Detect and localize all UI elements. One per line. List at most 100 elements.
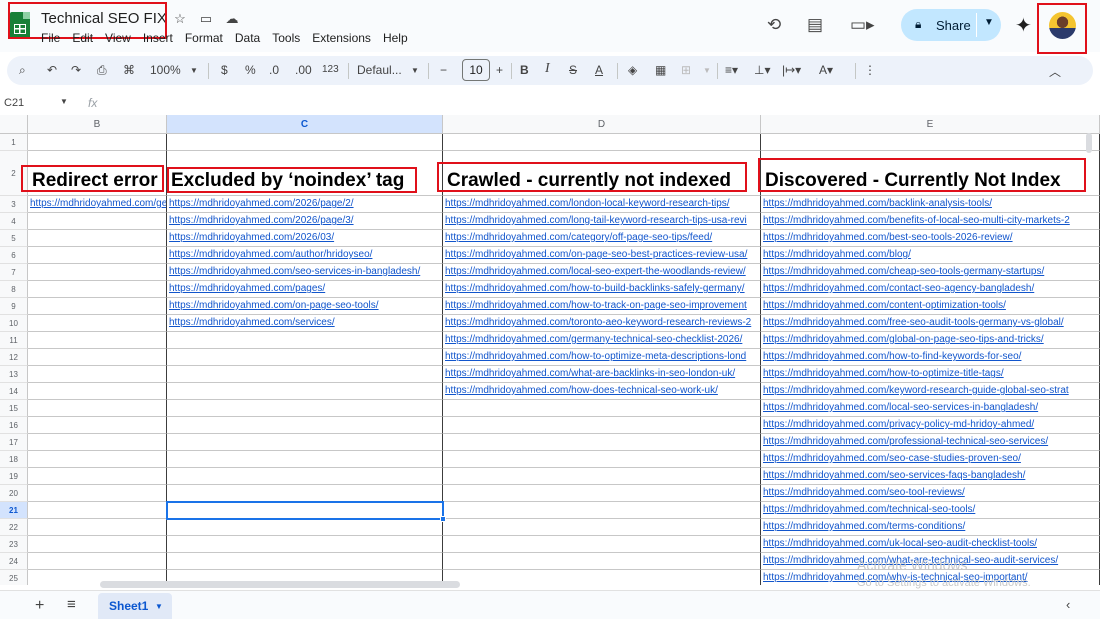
- vertical-align-icon[interactable]: ⊥▾: [754, 63, 770, 77]
- cell-e6[interactable]: https://mdhridoyahmed.com/blog/: [761, 247, 1100, 264]
- cell-e8[interactable]: https://mdhridoyahmed.com/contact-seo-ag…: [761, 281, 1100, 298]
- url-link[interactable]: https://mdhridoyahmed.com/cheap-seo-tool…: [763, 266, 1044, 277]
- cell-d5[interactable]: https://mdhridoyahmed.com/category/off-p…: [443, 230, 761, 247]
- cell-d24[interactable]: [443, 553, 761, 570]
- font-caret-icon[interactable]: ▼: [411, 66, 419, 75]
- percent-format-button[interactable]: %: [245, 63, 256, 77]
- sheet-tab-caret-icon[interactable]: ▼: [155, 593, 163, 619]
- cell-b6[interactable]: [28, 247, 167, 264]
- cell-b14[interactable]: [28, 383, 167, 400]
- menu-data[interactable]: Data: [235, 31, 260, 45]
- cell-c19[interactable]: [167, 468, 443, 485]
- cell-c18[interactable]: [167, 451, 443, 468]
- row-header[interactable]: 7: [0, 264, 28, 281]
- cell-c14[interactable]: [167, 383, 443, 400]
- share-button[interactable]: 🔒︎ Share ▼: [901, 9, 1001, 41]
- cell-e21[interactable]: https://mdhridoyahmed.com/technical-seo-…: [761, 502, 1100, 519]
- url-link[interactable]: https://mdhridoyahmed.com/seo-case-studi…: [763, 453, 1021, 464]
- cell-e10[interactable]: https://mdhridoyahmed.com/free-seo-audit…: [761, 315, 1100, 332]
- url-link[interactable]: https://mdhridoyahmed.com/professional-t…: [763, 436, 1048, 447]
- cell-b9[interactable]: [28, 298, 167, 315]
- text-color-icon[interactable]: A: [595, 63, 603, 77]
- cell-e20[interactable]: https://mdhridoyahmed.com/seo-tool-revie…: [761, 485, 1100, 502]
- row-header[interactable]: 16: [0, 417, 28, 434]
- cell-b5[interactable]: [28, 230, 167, 247]
- cell-b11[interactable]: [28, 332, 167, 349]
- fill-color-icon[interactable]: ◈: [628, 63, 637, 77]
- row-header[interactable]: 9: [0, 298, 28, 315]
- cell-e14[interactable]: https://mdhridoyahmed.com/keyword-resear…: [761, 383, 1100, 400]
- row-header[interactable]: 4: [0, 213, 28, 230]
- cell-e15[interactable]: https://mdhridoyahmed.com/local-seo-serv…: [761, 400, 1100, 417]
- row-header[interactable]: 1: [0, 134, 28, 151]
- cell-d10[interactable]: https://mdhridoyahmed.com/toronto-aeo-ke…: [443, 315, 761, 332]
- font-size-increase-button[interactable]: +: [496, 63, 503, 77]
- cell-d8[interactable]: https://mdhridoyahmed.com/how-to-build-b…: [443, 281, 761, 298]
- cell-d4[interactable]: https://mdhridoyahmed.com/long-tail-keyw…: [443, 213, 761, 230]
- cell-b24[interactable]: [28, 553, 167, 570]
- column-header-d[interactable]: D: [443, 115, 761, 134]
- cell-c24[interactable]: [167, 553, 443, 570]
- url-link[interactable]: https://mdhridoyahmed.com/local-seo-expe…: [445, 266, 746, 277]
- cell-e11[interactable]: https://mdhridoyahmed.com/global-on-page…: [761, 332, 1100, 349]
- column-header-b[interactable]: B: [28, 115, 167, 134]
- cell-e2[interactable]: Discovered - Currently Not Index: [761, 151, 1100, 196]
- cell-b8[interactable]: [28, 281, 167, 298]
- cell-c2[interactable]: Excluded by ‘noindex’ tag: [167, 151, 443, 196]
- row-header[interactable]: 24: [0, 553, 28, 570]
- cell-e3[interactable]: https://mdhridoyahmed.com/backlink-analy…: [761, 196, 1100, 213]
- cell-d25[interactable]: [443, 570, 761, 585]
- redo-icon[interactable]: ↷: [71, 63, 81, 77]
- row-header[interactable]: 3: [0, 196, 28, 213]
- row-header[interactable]: 11: [0, 332, 28, 349]
- url-link[interactable]: https://mdhridoyahmed.com/germany-techni…: [445, 334, 742, 345]
- cell-e22[interactable]: https://mdhridoyahmed.com/terms-conditio…: [761, 519, 1100, 536]
- gemini-sparkle-icon[interactable]: ✦: [1015, 13, 1032, 38]
- cell-d22[interactable]: [443, 519, 761, 536]
- fill-handle[interactable]: [440, 516, 446, 522]
- url-link[interactable]: https://mdhridoyahmed.com/best-seo-tools…: [763, 232, 1013, 243]
- name-box[interactable]: C21: [4, 97, 24, 109]
- cell-c13[interactable]: [167, 366, 443, 383]
- version-history-icon[interactable]: ⟲: [767, 15, 781, 35]
- row-header[interactable]: 18: [0, 451, 28, 468]
- url-link[interactable]: https://mdhridoyahmed.com/london-local-k…: [445, 198, 730, 209]
- font-size-decrease-button[interactable]: −: [440, 63, 447, 77]
- url-link[interactable]: https://mdhridoyahmed.com/contact-seo-ag…: [763, 283, 1034, 294]
- url-link[interactable]: https://mdhridoyahmed.com/technical-seo-…: [763, 504, 975, 515]
- select-all-corner[interactable]: [0, 115, 28, 134]
- cell-e13[interactable]: https://mdhridoyahmed.com/how-to-optimiz…: [761, 366, 1100, 383]
- url-link[interactable]: https://mdhridoyahmed.com/how-to-optimiz…: [763, 368, 1004, 379]
- cell-d21[interactable]: [443, 502, 761, 519]
- cell-d19[interactable]: [443, 468, 761, 485]
- cell-d6[interactable]: https://mdhridoyahmed.com/on-page-seo-be…: [443, 247, 761, 264]
- cell-e9[interactable]: https://mdhridoyahmed.com/content-optimi…: [761, 298, 1100, 315]
- cell-e18[interactable]: https://mdhridoyahmed.com/seo-case-studi…: [761, 451, 1100, 468]
- cell-b20[interactable]: [28, 485, 167, 502]
- cell-c9[interactable]: https://mdhridoyahmed.com/on-page-seo-to…: [167, 298, 443, 315]
- cell-b10[interactable]: [28, 315, 167, 332]
- row-header[interactable]: 12: [0, 349, 28, 366]
- menu-file[interactable]: File: [41, 31, 60, 45]
- row-header[interactable]: 15: [0, 400, 28, 417]
- cell-c5[interactable]: https://mdhridoyahmed.com/2026/03/: [167, 230, 443, 247]
- url-link[interactable]: https://mdhridoyahmed.com/free-seo-audit…: [763, 317, 1064, 328]
- url-link[interactable]: https://mdhridoyahmed.com/category/off-p…: [445, 232, 712, 243]
- url-link[interactable]: https://mdhridoyahmed.com/keyword-resear…: [763, 385, 1069, 396]
- merge-caret-icon[interactable]: ▼: [703, 66, 711, 75]
- cell-d2[interactable]: Crawled - currently not indexed: [443, 151, 761, 196]
- url-link[interactable]: https://mdhridoyahmed.com/seo-services-i…: [169, 266, 420, 277]
- vertical-scrollbar[interactable]: [1086, 133, 1092, 153]
- row-header[interactable]: 14: [0, 383, 28, 400]
- row-header[interactable]: 19: [0, 468, 28, 485]
- cell-e4[interactable]: https://mdhridoyahmed.com/benefits-of-lo…: [761, 213, 1100, 230]
- comments-icon[interactable]: ▤: [807, 15, 823, 35]
- url-link[interactable]: https://mdhridoyahmed.com/long-tail-keyw…: [445, 215, 747, 226]
- cell-e7[interactable]: https://mdhridoyahmed.com/cheap-seo-tool…: [761, 264, 1100, 281]
- zoom-select[interactable]: 100%: [150, 63, 181, 77]
- url-link[interactable]: https://mdhridoyahmed.com/how-to-build-b…: [445, 283, 745, 294]
- strikethrough-icon[interactable]: S: [569, 63, 577, 77]
- url-link[interactable]: https://mdhridoyahmed.com/how-to-find-ke…: [763, 351, 1021, 362]
- row-header[interactable]: 5: [0, 230, 28, 247]
- cell-c10[interactable]: https://mdhridoyahmed.com/services/: [167, 315, 443, 332]
